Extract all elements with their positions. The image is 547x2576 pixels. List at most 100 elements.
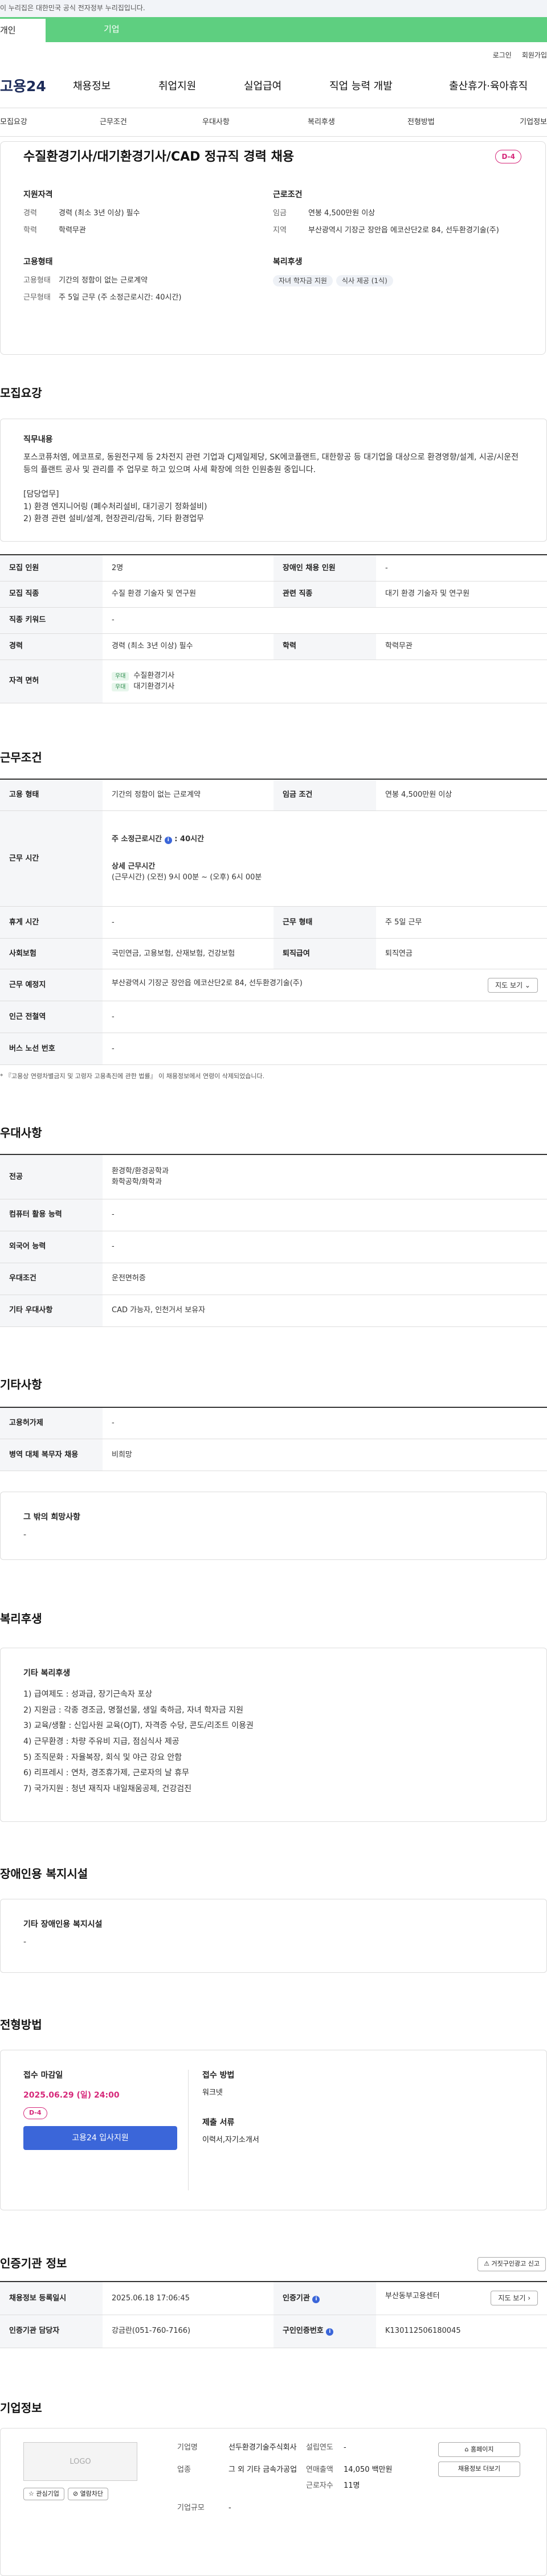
- lnb-apply[interactable]: 전형방법: [407, 117, 509, 128]
- cell-value: 부산동부고용센터 지도 보기 ›: [376, 2282, 547, 2315]
- disabled-box-heading: 기타 장애인용 복지시설: [23, 1920, 103, 1929]
- license-item: 우대 수질환경기사: [112, 670, 538, 682]
- lnb-company[interactable]: 기업정보: [509, 117, 547, 128]
- cell-key: 버스 노선 번호: [0, 1033, 103, 1065]
- company-key: 설립연도: [306, 2443, 333, 2452]
- license-name: 수질환경기사: [133, 671, 175, 680]
- nav-parental-leave[interactable]: 출산휴가·육아휴직: [449, 79, 546, 94]
- org-map-button[interactable]: 지도 보기 ›: [491, 2291, 538, 2306]
- duty-text: 포스코퓨처엠, 에코프로, 동원전구제 등 2차전지 관련 기업과 CJ제일제당…: [23, 453, 519, 524]
- deadline-value: 2025.06.29 (일) 24:00: [23, 2091, 120, 2100]
- summary-grid-top: 지원자격 경력 경력 (최소 3년 이상) 필수 학력 학력무관 근로조건 임금 연봉…: [23, 189, 522, 241]
- work-time-cell: 주 소정근로시간 i : 40시간 상세 근무시간 (근무시간) (오전) 9시…: [103, 810, 547, 907]
- welfare-col: 복리후생 자녀 학자금 지원 식사 제공 (1식): [273, 256, 522, 309]
- cell-key: 임금 조건: [274, 779, 376, 811]
- cell-key: 기타 우대사항: [0, 1295, 103, 1327]
- nav-vocational-training[interactable]: 직업 능력 개발: [329, 79, 449, 94]
- place-value: 부산광역시 기장군 장안읍 에코산단2로 84, 선두환경기술(주): [112, 978, 303, 988]
- lnb-pref[interactable]: 우대사항: [202, 117, 308, 128]
- lnb-welfare[interactable]: 복리후생: [308, 117, 407, 128]
- cell-key: 휴게 시간: [0, 906, 103, 939]
- company-value: 선두환경기술주식회사: [228, 2443, 297, 2452]
- company-logo-area: LOGO ☆ 관심기업 ⊘ 열람차단: [23, 2442, 177, 2562]
- table-row: 우대조건 운전면허증: [0, 1263, 547, 1295]
- cell-value: -: [103, 1033, 547, 1065]
- welfare-item: 2) 지원금 : 각종 경조금, 명절선물, 생일 축하금, 자녀 학자금 지원: [23, 1705, 244, 1715]
- info-icon[interactable]: i: [164, 837, 172, 845]
- no-key: 구인인증번호: [283, 2327, 324, 2336]
- nav-employment-support[interactable]: 취업지원: [158, 79, 244, 94]
- cell-value: 2명: [103, 555, 274, 581]
- cell-value: 2025.06.18 17:06:45: [103, 2282, 274, 2315]
- info-icon[interactable]: i: [326, 2328, 334, 2336]
- etc-table: 고용허가제 - 병역 대체 복무자 채용 비희망: [0, 1406, 547, 1471]
- apply-box: 접수 마감일 2025.06.29 (일) 24:00 D-4 고용24 입사지…: [0, 2050, 547, 2210]
- cell-value: 대기 환경 기술자 및 연구원: [376, 581, 547, 608]
- more-jobs-button[interactable]: 채용정보 더보기: [438, 2462, 520, 2477]
- type-value: 주 5일 근무 (주 소정근로시간: 40시간): [59, 293, 182, 302]
- lnb-work[interactable]: 근무조건: [100, 117, 202, 128]
- cell-value: -: [103, 1199, 547, 1231]
- cell-value: -: [103, 607, 547, 634]
- welfare-chip: 식사 제공 (1식): [336, 275, 393, 286]
- map-view-button[interactable]: 지도 보기 ⌄: [488, 977, 538, 993]
- company-actions: ☆ 관심기업 ⊘ 열람차단: [23, 2487, 177, 2500]
- tab-company[interactable]: 기업: [46, 17, 547, 42]
- report-button[interactable]: ⚠ 거짓구인광고 신고: [477, 2257, 546, 2271]
- cond-row: 지역 부산광역시 기장군 장안읍 에코산단2로 84, 선두환경기술(주): [273, 225, 522, 236]
- company-value: 11명: [344, 2481, 360, 2490]
- table-row: 휴게 시간 - 근무 형태 주 5일 근무: [0, 906, 547, 939]
- table-row: 근무 시간 주 소정근로시간 i : 40시간 상세 근무시간 (근무시간) (…: [0, 810, 547, 907]
- type-row: 고용형태 기간의 정함이 없는 근로계약: [23, 275, 273, 286]
- cond-value: 연봉 4,500만원 이상: [308, 209, 375, 218]
- cell-key: 고용 형태: [0, 779, 103, 811]
- fav-company-button[interactable]: ☆ 관심기업: [23, 2487, 64, 2500]
- cell-key: 근무 시간: [0, 810, 103, 907]
- cell-value: -: [376, 555, 547, 581]
- site-logo[interactable]: 고용24: [0, 76, 73, 97]
- cell-value: 학력무관: [376, 633, 547, 660]
- table-row: 인근 전철역 -: [0, 1001, 547, 1033]
- welfare-box: 기타 복리후생 1) 급여제도 : 성과급, 장기근속자 포상 2) 지원금 :…: [0, 1648, 547, 1822]
- cell-value: 비희망: [103, 1439, 547, 1471]
- company-key: 업종: [177, 2466, 191, 2474]
- tab-personal[interactable]: 개인: [0, 17, 46, 42]
- info-icon[interactable]: i: [312, 2295, 320, 2303]
- qual-value: 경력 (최소 3년 이상) 필수: [59, 209, 140, 218]
- login-link[interactable]: 로그인: [493, 51, 512, 59]
- nav-unemployment-benefit[interactable]: 실업급여: [244, 79, 329, 94]
- table-row: 버스 노선 번호 -: [0, 1033, 547, 1065]
- table-row: 직종 키워드 -: [0, 607, 547, 634]
- place-cell: 부산광역시 기장군 장안읍 에코산단2로 84, 선두환경기술(주) 지도 보기 …: [103, 969, 547, 1001]
- company-logo: LOGO: [23, 2442, 137, 2481]
- section-title-welfare: 복리후생: [0, 1612, 42, 1625]
- section-title-apply: 전형방법: [0, 2018, 42, 2032]
- table-row: 모집 인원 2명 장애인 채용 인원 -: [0, 555, 547, 581]
- nav-jobs[interactable]: 채용정보: [73, 79, 158, 94]
- cell-key: 직종 키워드: [0, 607, 103, 634]
- cell-value: K130112506180045: [376, 2315, 547, 2348]
- qual-value: 학력무관: [59, 226, 86, 235]
- block-company-button[interactable]: ⊘ 열람차단: [67, 2487, 109, 2500]
- section-title-pref: 우대사항: [0, 1126, 42, 1140]
- lnb-recruit[interactable]: 모집요강: [0, 117, 100, 128]
- job-title: 수질환경기사/대기환경기사/CAD 정규직 경력 채용: [23, 150, 295, 164]
- signup-link[interactable]: 회원가입: [522, 51, 547, 59]
- table-row: 기타 우대사항 CAD 가능자, 인천거서 보유자: [0, 1295, 547, 1327]
- org-value: 부산동부고용센터: [385, 2292, 440, 2301]
- homepage-button[interactable]: ⌂ 홈페이지: [438, 2442, 520, 2457]
- cell-key: 모집 인원: [0, 555, 103, 581]
- cell-key: 근무 형태: [274, 906, 376, 939]
- company-row: 기업명 선두환경기술주식회사 설립연도 -: [177, 2442, 438, 2454]
- docs-value: 이력서,자기소개서: [202, 2135, 259, 2144]
- qual-row: 학력 학력무관: [23, 225, 273, 236]
- company-value: -: [228, 2504, 231, 2512]
- license-item: 우대 대기환경기사: [112, 681, 538, 693]
- apply-left: 접수 마감일 2025.06.29 (일) 24:00 D-4 고용24 입사지…: [23, 2070, 189, 2190]
- type-key: 근무형태: [23, 293, 51, 302]
- welfare-item: 1) 급여제도 : 성과급, 장기근속자 포상: [23, 1690, 153, 1699]
- apply-button[interactable]: 고용24 입사지원: [23, 2125, 177, 2150]
- method-value: 워크넷: [202, 2088, 223, 2097]
- cell-key: 인증기관 i: [274, 2282, 376, 2315]
- cell-value: 연봉 4,500만원 이상: [376, 779, 547, 811]
